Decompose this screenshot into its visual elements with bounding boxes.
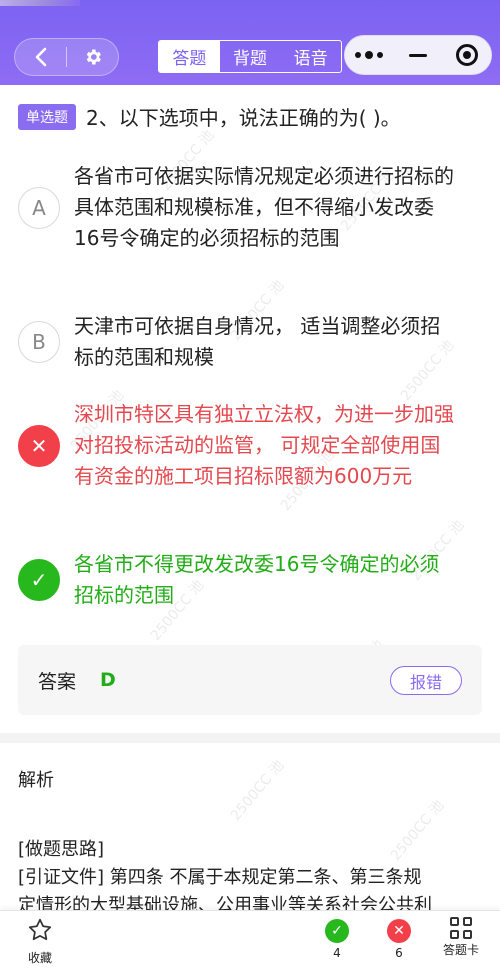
analysis-title: 解析 [18, 770, 54, 791]
option-d[interactable]: ✓ 各省市不得更改发改委16号令确定的必须招标的范围 [18, 549, 488, 611]
favorite-button[interactable]: 收藏 [18, 917, 62, 966]
gear-icon [86, 49, 101, 65]
option-text: 各省市可依据实际情况规定必须进行招标的具体范围和规模标准，但不得缩小发改委16号… [74, 164, 454, 250]
analysis-line: [做题思路] [18, 839, 105, 860]
option-a[interactable]: A 各省市可依据实际情况规定必须进行招标的具体范围和规模标准，但不得缩小发改委1… [18, 161, 488, 254]
more-dots-icon [355, 51, 384, 59]
mode-tabs: 答题 背题 语音 [158, 40, 342, 73]
option-text: 深圳市特区具有独立立法权，为进一步加强对招投标活动的监管， 可规定全部使用国有资… [74, 402, 454, 488]
grid-icon [450, 917, 472, 939]
tab-memorize[interactable]: 背题 [220, 41, 281, 72]
answer-label: 答案 [38, 670, 77, 693]
more-button[interactable] [349, 35, 389, 75]
back-arrow-icon [35, 47, 46, 67]
watermark: 2500CC 池 [227, 757, 288, 824]
minimize-button[interactable] [398, 35, 438, 75]
tab-answer[interactable]: 答题 [159, 41, 220, 72]
check-icon: ✓ [18, 559, 60, 601]
bottom-bar: 收藏 ✓ 4 ✕ 6 答题卡 [0, 910, 500, 970]
minus-icon [408, 53, 427, 57]
target-icon [455, 44, 478, 66]
answer-card: 答案 D 报错 [18, 645, 482, 715]
report-error-button[interactable]: 报错 [390, 666, 462, 695]
option-marker: B [18, 321, 60, 363]
option-b[interactable]: B 天津市可依据自身情况， 适当调整必须招标的范围和规模 [18, 311, 488, 373]
nav-pill [14, 38, 119, 76]
tab-voice[interactable]: 语音 [280, 41, 341, 72]
correct-count: 4 [333, 946, 341, 960]
close-miniprogram-button[interactable] [447, 35, 487, 75]
answer-value: D [100, 669, 116, 691]
wrong-count: 6 [395, 946, 403, 960]
check-icon: ✓ [325, 919, 349, 943]
option-text: 天津市可依据自身情况， 适当调整必须招标的范围和规模 [74, 314, 441, 369]
analysis-line: 定情形的大型基础设施、公用事业等关系社会公共利 [18, 895, 432, 910]
question-text: 2、以下选项中，说法正确的为( )。 [86, 106, 401, 130]
section-divider [0, 733, 500, 743]
correct-counter: ✓ 4 [322, 919, 352, 960]
favorite-label: 收藏 [27, 951, 52, 965]
wrong-icon: ✕ [18, 424, 60, 467]
option-text: 各省市不得更改发改委16号令确定的必须招标的范围 [74, 552, 440, 607]
top-header: 答题 背题 语音 [0, 0, 500, 85]
back-button[interactable] [15, 38, 66, 76]
option-c[interactable]: ✕ 深圳市特区具有独立立法权，为进一步加强对招投标活动的监管， 可规定全部使用国… [18, 399, 488, 492]
star-icon [28, 918, 52, 941]
question-header: 单选题 2、以下选项中，说法正确的为( )。 [18, 102, 488, 131]
wrong-counter: ✕ 6 [384, 919, 414, 960]
analysis-line: [引证文件] 第四条 不属于本规定第二条、第三条规 [18, 867, 422, 888]
question-type-badge: 单选题 [18, 103, 76, 130]
answer-card-button[interactable]: 答题卡 [436, 917, 486, 958]
settings-button[interactable] [67, 38, 118, 76]
analysis-body: [做题思路] [引证文件] 第四条 不属于本规定第二条、第三条规 定情形的大型基… [18, 836, 488, 910]
close-icon: ✕ [387, 919, 411, 943]
option-marker: A [18, 186, 60, 229]
status-strip [0, 0, 80, 6]
miniprogram-capsule [344, 35, 492, 75]
answer-card-label: 答题卡 [442, 943, 479, 957]
